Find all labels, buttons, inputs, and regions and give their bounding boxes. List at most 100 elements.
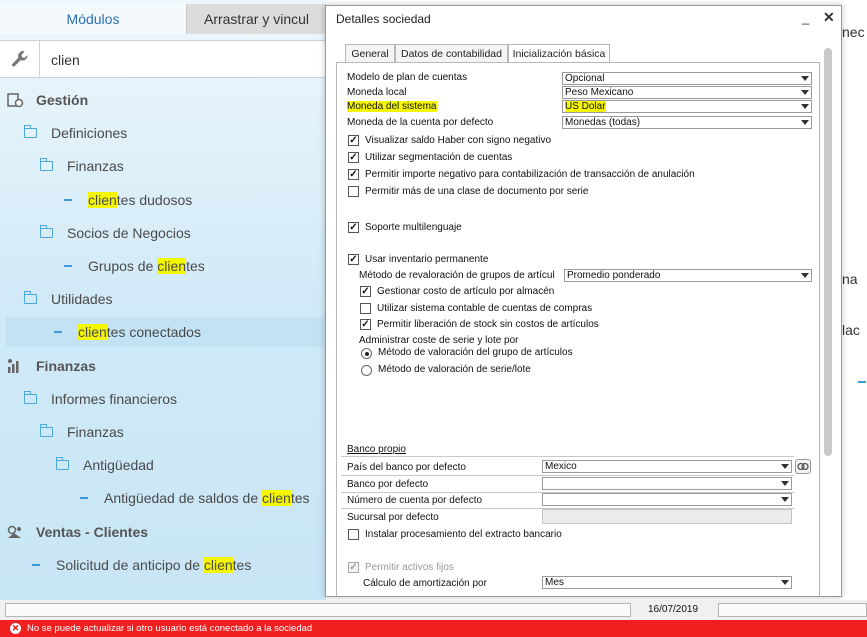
- module-header[interactable]: Finanzas: [0, 351, 326, 381]
- tree-item[interactable]: Antigüedad de saldos de clientes: [0, 483, 326, 513]
- administrar-label: Administrar coste de serie y lote por: [359, 335, 519, 346]
- minimize-button[interactable]: _: [802, 10, 809, 25]
- background-text: nec: [842, 24, 865, 40]
- module-header[interactable]: Gestión: [0, 85, 326, 115]
- status-field: [5, 603, 631, 617]
- tree-label: Grupos de clientes: [88, 258, 205, 274]
- search-match: clien: [78, 324, 107, 341]
- close-button[interactable]: ✕: [823, 9, 835, 26]
- revaloracion-label: Método de revaloración de grupos de artí…: [359, 270, 555, 281]
- tree-label: Finanzas: [67, 158, 124, 174]
- detalles-sociedad-dialog: Detalles sociedad _ ✕ General Datos de c…: [325, 5, 842, 597]
- modelo-select[interactable]: Opcional: [562, 72, 812, 85]
- cuenta-defecto-select[interactable]: [542, 493, 792, 506]
- item-dash-icon: [64, 265, 72, 267]
- amortizacion-label: Cálculo de amortización por: [363, 578, 487, 589]
- tree-label: clientes conectados: [78, 324, 201, 341]
- gestionar-costo-label: Gestionar costo de artículo por almacén: [377, 286, 555, 297]
- liberacion-stock-checkbox[interactable]: ✓: [360, 319, 371, 330]
- label-part: Socios de Negocios: [67, 224, 191, 241]
- importe-negativo-checkbox[interactable]: ✓: [348, 169, 359, 180]
- tree-label: clientes dudosos: [88, 191, 193, 208]
- search-match: clien: [157, 258, 187, 274]
- label-part: Finanzas: [67, 158, 124, 175]
- pais-banco-select[interactable]: Mexico: [542, 460, 792, 473]
- label-part: Gestión: [36, 92, 89, 108]
- gestionar-costo-checkbox[interactable]: ✓: [360, 286, 371, 297]
- link-icon[interactable]: [795, 459, 811, 474]
- tab-datos-contabilidad[interactable]: Datos de contabilidad: [395, 44, 508, 62]
- segmentacion-checkbox[interactable]: ✓: [348, 152, 359, 163]
- radio-grupo-articulos[interactable]: [361, 348, 372, 359]
- folder-icon: [55, 457, 69, 471]
- label-part: Utilidades: [51, 291, 113, 308]
- folder-icon: [39, 424, 53, 437]
- radio-serie-label: Método de valoración de serie/lote: [378, 364, 531, 375]
- error-bar: ✕ No se puede actualizar si otro usuario…: [0, 620, 867, 637]
- status-bar: 16/07/2019: [0, 600, 867, 620]
- tree-label: Antigüedad: [83, 457, 154, 473]
- gestion-icon: [6, 92, 24, 108]
- tree-folder[interactable]: Utilidades: [0, 284, 326, 314]
- revaloracion-select[interactable]: Promedio ponderado: [564, 269, 812, 282]
- background-window: nec na lac: [838, 0, 867, 600]
- label-part: tes conectados: [106, 324, 201, 341]
- radio-serie-lote[interactable]: [361, 365, 372, 376]
- tree-label: Gestión: [36, 92, 88, 108]
- tree-folder[interactable]: Definiciones: [0, 118, 326, 148]
- folder-icon: [39, 158, 53, 172]
- tab-arrastrar-y-vincular[interactable]: Arrastrar y vincul: [186, 4, 326, 34]
- folder-icon: [23, 125, 37, 139]
- tree-item[interactable]: Solicitud de anticipo de clientes: [0, 550, 326, 580]
- tree-label: Antigüedad de saldos de clientes: [104, 490, 310, 507]
- instalar-extracto-label: Instalar procesamiento del extracto banc…: [365, 529, 562, 540]
- banco-defecto-select[interactable]: [542, 477, 792, 490]
- sucursal-defecto-label: Sucursal por defecto: [347, 512, 439, 523]
- tree-item[interactable]: clientes conectados: [6, 317, 326, 348]
- amortizacion-select[interactable]: Mes: [542, 576, 792, 589]
- moneda-cuenta-select[interactable]: Monedas (todas): [562, 116, 812, 129]
- item-dash-icon: [64, 198, 72, 201]
- search-match: clien: [88, 191, 117, 208]
- sistema-compras-label: Utilizar sistema contable de cuentas de …: [377, 303, 593, 314]
- label-part: Ventas - Clientes: [36, 523, 149, 540]
- label-part: Antigüedad: [83, 457, 154, 474]
- moneda-local-select[interactable]: Peso Mexicano: [562, 86, 812, 99]
- status-date: 16/07/2019: [648, 604, 699, 615]
- tab-inicializacion-basica[interactable]: Inicialización básica: [508, 44, 610, 63]
- wrench-icon[interactable]: [0, 41, 40, 77]
- inventario-label: Usar inventario permanente: [365, 254, 489, 265]
- inventario-checkbox[interactable]: ✓: [348, 254, 359, 265]
- radio-grupo-label: Método de valoración del grupo de artícu…: [378, 347, 573, 358]
- pais-banco-label: País del banco por defecto: [347, 462, 466, 473]
- search-input[interactable]: clien: [51, 52, 80, 68]
- label-part: tes: [186, 258, 205, 274]
- sistema-compras-checkbox[interactable]: [360, 303, 371, 314]
- modules-panel: Módulos Arrastrar y vincul clien Gestión…: [0, 0, 326, 600]
- tree-folder[interactable]: Informes financieros: [0, 384, 326, 414]
- status-field: [718, 603, 867, 617]
- background-text: na: [842, 271, 858, 287]
- label-part: tes: [232, 556, 252, 573]
- tree-folder[interactable]: Antigüedad: [0, 450, 326, 480]
- tab-general[interactable]: General: [345, 44, 395, 62]
- module-header[interactable]: Ventas - Clientes: [0, 517, 326, 547]
- tree-item[interactable]: Grupos de clientes: [0, 251, 326, 281]
- tree-folder[interactable]: Socios de Negocios: [0, 218, 326, 248]
- moneda-sistema-select[interactable]: US Dolar: [562, 100, 812, 113]
- mas-clase-checkbox[interactable]: [348, 186, 359, 197]
- tab-modulos[interactable]: Módulos: [0, 4, 186, 34]
- instalar-extracto-checkbox[interactable]: [348, 529, 359, 540]
- vertical-scrollbar[interactable]: [824, 48, 832, 456]
- tree-label: Finanzas: [36, 358, 96, 374]
- search-match: clien: [262, 490, 291, 507]
- tree-folder[interactable]: Finanzas: [0, 151, 326, 181]
- visualizar-label: Visualizar saldo Haber con signo negativ…: [365, 135, 552, 146]
- multilenguaje-checkbox[interactable]: ✓: [348, 222, 359, 233]
- tree-item[interactable]: clientes dudosos: [0, 185, 326, 215]
- sucursal-defecto-input: [542, 509, 792, 524]
- tree-folder[interactable]: Finanzas: [0, 417, 326, 447]
- label-part: tes dudosos: [116, 191, 193, 208]
- banco-section-title: Banco propio: [347, 444, 406, 455]
- visualizar-checkbox[interactable]: ✓: [348, 135, 359, 146]
